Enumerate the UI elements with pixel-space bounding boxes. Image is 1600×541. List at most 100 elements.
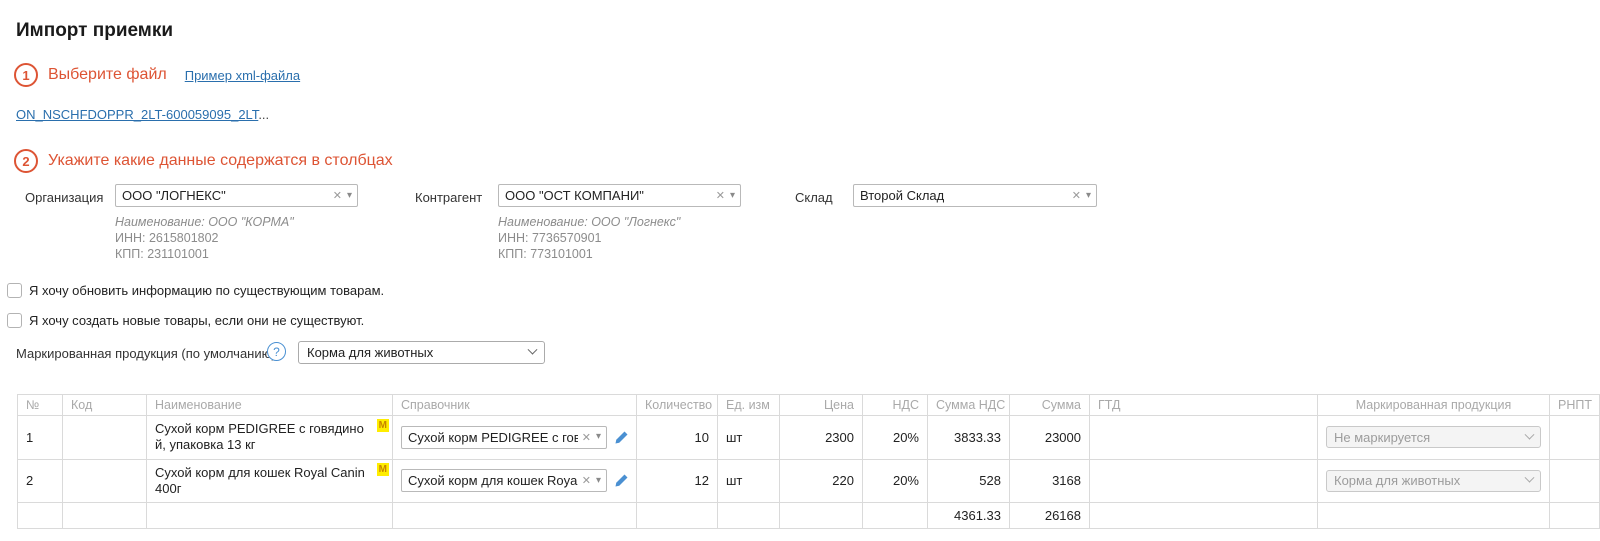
row-name: Сухой корм PEDIGREE с говядиной, упаковк… <box>155 421 364 452</box>
row-name-cell: Сухой корм для кошек Royal Canin 400г M <box>147 459 393 503</box>
edit-pencil-icon[interactable] <box>614 473 629 488</box>
clear-icon[interactable]: ✕ <box>1072 189 1081 202</box>
create-new-checkbox-row: Я хочу создать новые товары, если они не… <box>7 313 364 328</box>
col-header-name: Наименование <box>147 395 393 416</box>
row-rnpt <box>1550 416 1600 460</box>
row-rnpt <box>1550 459 1600 503</box>
counterparty-details: Наименование: ООО "Логнекс" ИНН: 7736570… <box>498 214 680 262</box>
page-title: Импорт приемки <box>16 20 173 42</box>
row-vat-sum: 528 <box>928 459 1010 503</box>
reference-combobox[interactable]: Сухой корм PEDIGREE с говядиной ✕ ▾ <box>401 426 607 449</box>
reference-value: Сухой корм PEDIGREE с говядиной <box>408 430 578 445</box>
table-header-row: № Код Наименование Справочник Количество… <box>18 395 1600 416</box>
marked-product-value: Не маркируется <box>1334 430 1430 445</box>
reference-value: Сухой корм для кошек Royal Canin <box>408 473 578 488</box>
selected-file-link[interactable]: ON_NSCHFDOPPR_2LT-600059095_2LT <box>16 107 258 122</box>
row-marked-cell: Не маркируется <box>1318 416 1550 460</box>
sample-xml-link[interactable]: Пример xml-файла <box>185 68 300 83</box>
row-sum: 3168 <box>1010 459 1090 503</box>
row-qty: 10 <box>637 416 718 460</box>
marked-default-value: Корма для животных <box>307 345 433 360</box>
update-existing-checkbox[interactable] <box>7 283 22 298</box>
step1-label[interactable]: Выберите файл <box>48 66 167 84</box>
organization-hint-name: Наименование: ООО "КОРМА" <box>115 214 294 230</box>
row-sum: 23000 <box>1010 416 1090 460</box>
col-header-rnpt: РНПТ <box>1550 395 1600 416</box>
step2-label: Укажите какие данные содержатся в столбц… <box>48 152 393 170</box>
col-header-sum: Сумма <box>1010 395 1090 416</box>
col-header-reference: Справочник <box>393 395 637 416</box>
col-header-qty: Количество <box>637 395 718 416</box>
row-price: 220 <box>780 459 863 503</box>
warehouse-label: Склад <box>795 190 833 205</box>
col-header-unit: Ед. изм <box>718 395 780 416</box>
clear-icon[interactable]: ✕ <box>716 189 725 202</box>
row-gtd <box>1090 459 1318 503</box>
marked-badge: M <box>377 463 389 476</box>
organization-details: Наименование: ООО "КОРМА" ИНН: 261580180… <box>115 214 294 262</box>
row-code <box>63 459 147 503</box>
totals-vat-sum: 4361.33 <box>928 503 1010 529</box>
row-unit: шт <box>718 459 780 503</box>
marked-product-select[interactable]: Корма для животных <box>1326 470 1541 492</box>
organization-value: ООО "ЛОГНЕКС" <box>122 188 329 203</box>
totals-row: 4361.33 26168 <box>18 503 1600 529</box>
row-unit: шт <box>718 416 780 460</box>
col-header-gtd: ГТД <box>1090 395 1318 416</box>
marked-product-select[interactable]: Не маркируется <box>1326 426 1541 448</box>
row-vat: 20% <box>863 459 928 503</box>
row-reference-cell: Сухой корм для кошек Royal Canin ✕ ▾ <box>393 459 637 503</box>
step1-number-icon: 1 <box>14 63 38 87</box>
chevron-down-icon[interactable]: ▾ <box>730 191 735 201</box>
col-header-price: Цена <box>780 395 863 416</box>
row-gtd <box>1090 416 1318 460</box>
edit-pencil-icon[interactable] <box>614 430 629 445</box>
create-new-checkbox[interactable] <box>7 313 22 328</box>
selected-file-ellipsis: ... <box>258 107 269 122</box>
row-marked-cell: Корма для животных <box>1318 459 1550 503</box>
marked-default-select[interactable]: Корма для животных <box>298 341 545 364</box>
clear-icon[interactable]: ✕ <box>582 474 591 487</box>
chevron-down-icon[interactable]: ▾ <box>596 476 601 486</box>
row-reference-cell: Сухой корм PEDIGREE с говядиной ✕ ▾ <box>393 416 637 460</box>
chevron-down-icon <box>1525 429 1535 439</box>
marked-badge: M <box>377 419 389 432</box>
create-new-label: Я хочу создать новые товары, если они не… <box>29 313 364 328</box>
marked-default-label: Маркированная продукция (по умолчанию) <box>16 346 276 361</box>
organization-hint-inn: ИНН: 2615801802 <box>115 230 294 246</box>
chevron-down-icon <box>1525 473 1535 483</box>
row-vat: 20% <box>863 416 928 460</box>
totals-sum: 26168 <box>1010 503 1090 529</box>
chevron-down-icon[interactable]: ▾ <box>596 432 601 442</box>
row-price: 2300 <box>780 416 863 460</box>
row-num: 1 <box>18 416 63 460</box>
organization-combobox[interactable]: ООО "ЛОГНЕКС" ✕ ▾ <box>115 184 358 207</box>
warehouse-value: Второй Склад <box>860 188 1068 203</box>
row-qty: 12 <box>637 459 718 503</box>
row-code <box>63 416 147 460</box>
step2-number-icon: 2 <box>14 149 38 173</box>
organization-label: Организация <box>25 190 103 205</box>
row-num: 2 <box>18 459 63 503</box>
counterparty-label: Контрагент <box>415 190 482 205</box>
counterparty-value: ООО "ОСТ КОМПАНИ" <box>505 188 712 203</box>
col-header-code: Код <box>63 395 147 416</box>
help-icon[interactable]: ? <box>267 342 286 361</box>
warehouse-combobox[interactable]: Второй Склад ✕ ▾ <box>853 184 1097 207</box>
clear-icon[interactable]: ✕ <box>582 431 591 444</box>
col-header-num: № <box>18 395 63 416</box>
chevron-down-icon <box>528 345 538 355</box>
selected-file: ON_NSCHFDOPPR_2LT-600059095_2LT... <box>16 107 269 122</box>
chevron-down-icon[interactable]: ▾ <box>1086 191 1091 201</box>
col-header-vat-sum: Сумма НДС <box>928 395 1010 416</box>
counterparty-combobox[interactable]: ООО "ОСТ КОМПАНИ" ✕ ▾ <box>498 184 741 207</box>
row-name: Сухой корм для кошек Royal Canin 400г <box>155 465 365 496</box>
col-header-marked: Маркированная продукция <box>1318 395 1550 416</box>
step2-header: 2 Укажите какие данные содержатся в стол… <box>14 149 393 173</box>
reference-combobox[interactable]: Сухой корм для кошек Royal Canin ✕ ▾ <box>401 469 607 492</box>
organization-hint-kpp: КПП: 231101001 <box>115 246 294 262</box>
counterparty-hint-kpp: КПП: 773101001 <box>498 246 680 262</box>
update-existing-checkbox-row: Я хочу обновить информацию по существующ… <box>7 283 384 298</box>
clear-icon[interactable]: ✕ <box>333 189 342 202</box>
chevron-down-icon[interactable]: ▾ <box>347 191 352 201</box>
